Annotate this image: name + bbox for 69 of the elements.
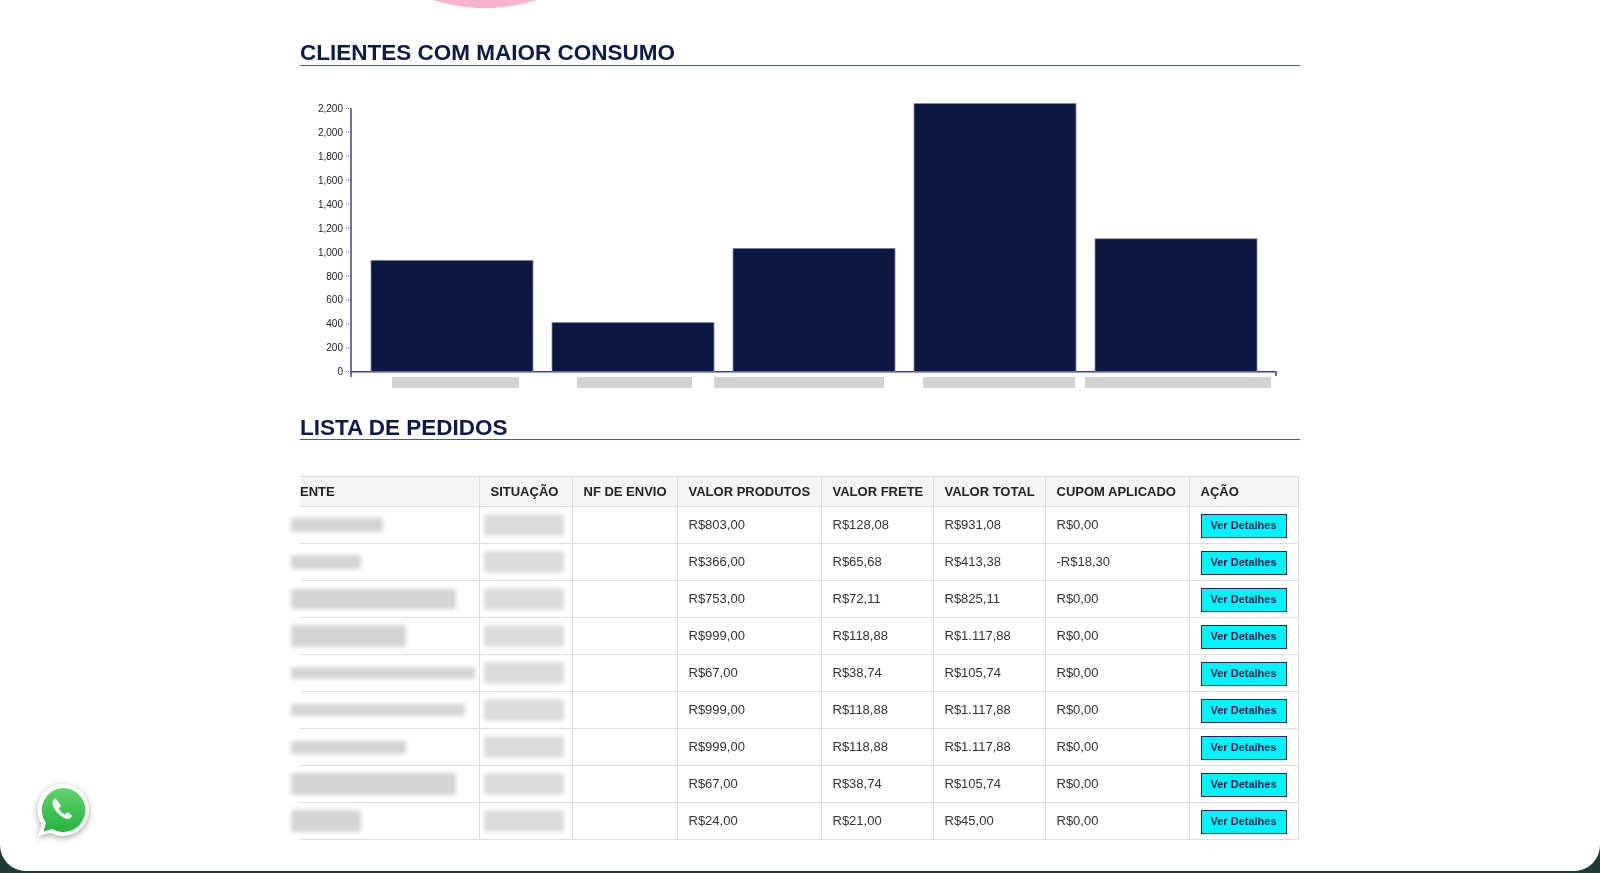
section-title: CLIENTES COM MAIOR CONSUMO [300,42,675,65]
table-cell: R$999,00 [677,617,821,655]
axis-tick-label: 400 [326,317,343,329]
table-cell: R$753,00 [677,580,821,618]
table-cell: R$118,88 [821,691,933,729]
column-header: VALOR PRODUTOS [677,476,821,507]
table-cell: R$118,88 [821,617,933,655]
details-button[interactable]: Ver Detalhes [1200,698,1287,723]
axis-tick-label: 2,000 [317,126,343,138]
table-cell: R$72,11 [821,580,933,618]
table-cell: R$38,74 [821,654,933,692]
column-header: AÇÃO [1189,476,1298,507]
column-header: SITUAÇÃO [479,476,572,507]
details-button[interactable]: Ver Detalhes [1200,513,1287,538]
redacted-text [291,810,361,832]
column-header: CUPOM APLICADO [1045,476,1189,507]
table-cell: R$1.117,88 [933,728,1045,766]
table-cell: R$0,00 [1045,691,1189,729]
details-button[interactable]: Ver Detalhes [1200,624,1287,649]
axis-tick-label: 1,800 [317,150,343,162]
axis-tick-label: 1,600 [317,174,343,186]
table-cell: R$413,38 [933,543,1045,581]
section-title: LISTA DE PEDIDOS [300,416,508,439]
table-cell: R$105,74 [933,765,1045,803]
table-cell: R$0,00 [1045,654,1189,692]
axis-tick-label: 1,400 [317,198,343,210]
table-cell: R$21,00 [821,802,933,840]
table-cell: -R$18,30 [1045,543,1189,581]
table-cell: R$1.117,88 [933,617,1045,655]
details-button[interactable]: Ver Detalhes [1200,587,1287,612]
table-cell: R$67,00 [677,654,821,692]
axis-tick-label: 600 [326,293,343,305]
table-cell: R$0,00 [1045,617,1189,655]
table-cell: R$45,00 [933,802,1045,840]
table-cell: R$803,00 [677,506,821,544]
column-header: NF DE ENVIO [572,476,677,507]
details-button[interactable]: Ver Detalhes [1200,772,1287,797]
axis-tick-label: 200 [326,341,343,353]
table-cell: R$105,74 [933,654,1045,692]
details-button[interactable]: Ver Detalhes [1200,661,1287,686]
column-header: VALOR TOTAL [933,476,1045,507]
table-cell: R$118,88 [821,728,933,766]
table-cell: R$366,00 [677,543,821,581]
table-cell: R$0,00 [1045,802,1189,840]
redacted-text [291,555,361,569]
table-cell: R$0,00 [1045,765,1189,803]
table-cell: R$999,00 [677,691,821,729]
column-header: ENTE [300,476,479,507]
details-button[interactable]: Ver Detalhes [1200,735,1287,760]
details-button[interactable]: Ver Detalhes [1200,550,1287,575]
column-header: VALOR FRETE [821,476,933,507]
table-cell: R$0,00 [1045,728,1189,766]
table-cell: R$128,08 [821,506,933,544]
axis-tick-label: 2,200 [317,102,343,114]
axis-tick-label: 800 [326,270,343,281]
table-cell: R$999,00 [677,728,821,766]
table-cell: R$24,00 [677,802,821,840]
table-cell: R$0,00 [1045,506,1189,544]
axis-tick-label: 1,000 [317,246,343,258]
table-cell: R$1.117,88 [933,691,1045,729]
table-cell: R$65,68 [821,543,933,581]
table-cell: R$67,00 [677,765,821,803]
details-button[interactable]: Ver Detalhes [1200,809,1287,834]
table-cell: R$825,11 [933,580,1045,618]
axis-tick-label: 0 [337,365,343,377]
table-cell: R$0,00 [1045,580,1189,618]
table-cell: R$38,74 [821,765,933,803]
axis-tick-label: 1,200 [317,222,343,234]
table-cell: R$931,08 [933,506,1045,544]
